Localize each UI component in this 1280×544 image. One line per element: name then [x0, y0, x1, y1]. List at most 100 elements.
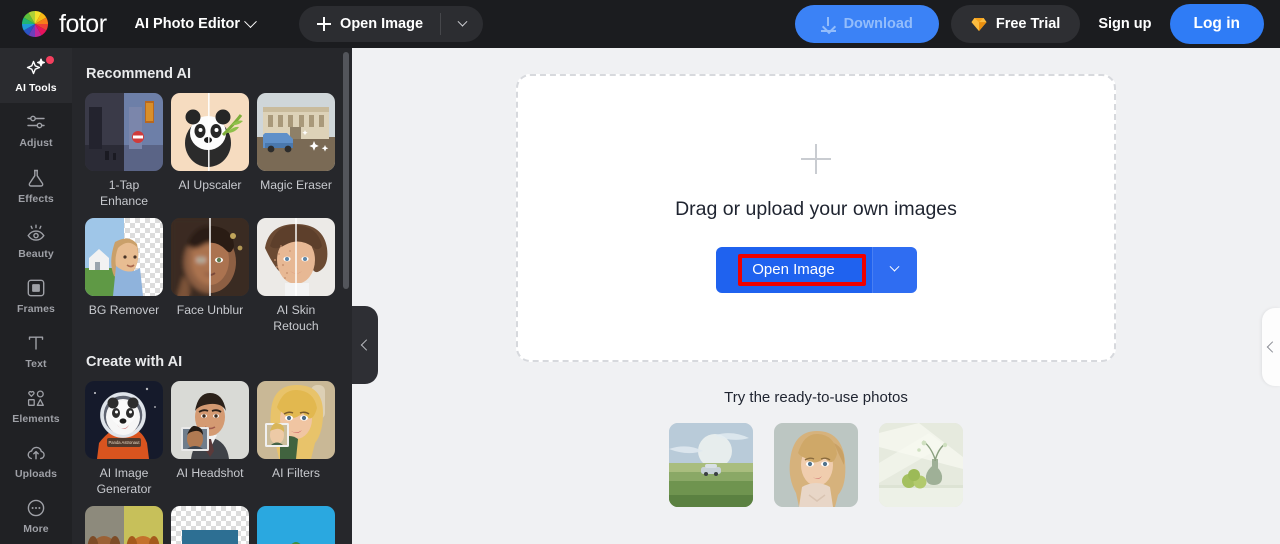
image-dropzone[interactable]: Drag or upload your own images Open Imag…	[516, 74, 1116, 362]
tool-label: AI Image Generator	[85, 465, 163, 498]
tool-thumbnail	[171, 381, 249, 459]
sidebar-item-elements[interactable]: Elements	[0, 379, 72, 434]
chevron-down-icon	[244, 15, 257, 28]
mode-selector[interactable]: AI Photo Editor	[135, 16, 256, 32]
brand-logo[interactable]: fotor	[20, 9, 107, 39]
log-in-button[interactable]: Log in	[1170, 4, 1265, 44]
tool-card-ai-headshot[interactable]: AI Headshot	[171, 381, 249, 498]
tool-grid-recommend-ai: 1-Tap Enhance	[85, 93, 338, 335]
gem-icon	[971, 17, 987, 32]
sparkles-icon	[25, 56, 47, 78]
left-nav-rail: AI Tools Adjust Effects	[0, 48, 72, 544]
sliders-icon	[25, 111, 47, 133]
plus-icon	[801, 144, 831, 174]
collapse-tools-panel-handle[interactable]	[352, 306, 378, 384]
tool-card-ai-filters[interactable]: AI Filters	[257, 381, 335, 498]
open-image-dropdown[interactable]	[873, 247, 917, 293]
tool-card-face-unblur[interactable]: Face Unblur	[171, 218, 249, 335]
app-body: AI Tools Adjust Effects	[0, 48, 1280, 544]
header-open-image-group: Open Image	[299, 6, 483, 42]
tool-card-ai-image-generator[interactable]: Panda Astronaut AI Image Generator	[85, 381, 163, 498]
tool-card-1-tap-enhance[interactable]: 1-Tap Enhance	[85, 93, 163, 210]
tool-thumbnail	[85, 506, 163, 544]
sidebar-item-beauty[interactable]: Beauty	[0, 213, 72, 268]
tool-thumbnail	[85, 218, 163, 296]
ai-tools-panel: Recommend AI	[72, 48, 352, 544]
expand-right-panel-handle[interactable]	[1262, 308, 1280, 386]
mode-selector-label: AI Photo Editor	[135, 16, 241, 32]
editor-canvas: Drag or upload your own images Open Imag…	[352, 48, 1280, 544]
dropzone-open-image-group: Open Image	[716, 247, 917, 293]
header-open-image-button[interactable]: Open Image	[299, 6, 440, 42]
section-title-recommend-ai: Recommend AI	[86, 66, 338, 82]
sidebar-item-label: Uploads	[15, 469, 57, 481]
dropzone-text: Drag or upload your own images	[675, 198, 957, 221]
tool-thumbnail	[171, 93, 249, 171]
tool-card-dog-before-after[interactable]	[85, 506, 163, 544]
tool-thumbnail	[257, 93, 335, 171]
ready-photo-vase-with-apples[interactable]	[879, 423, 963, 507]
free-trial-label: Free Trial	[996, 16, 1060, 32]
frame-icon	[25, 277, 47, 299]
tool-label: BG Remover	[85, 302, 163, 318]
sidebar-item-label: Text	[25, 359, 46, 371]
chevron-left-icon	[1267, 341, 1278, 352]
section-title-create-with-ai: Create with AI	[86, 354, 338, 370]
ready-photo-blonde-portrait[interactable]	[774, 423, 858, 507]
open-image-button[interactable]: Open Image	[716, 247, 872, 293]
ready-photos-row	[669, 423, 963, 507]
fotor-colorwheel-logo-icon	[20, 9, 50, 39]
tool-card-strawberry-blue-sky[interactable]	[257, 506, 335, 544]
chevron-left-icon	[361, 339, 372, 350]
tool-label: AI Headshot	[171, 465, 249, 481]
tool-card-ai-upscaler[interactable]: AI Upscaler	[171, 93, 249, 210]
sidebar-item-text[interactable]: Text	[0, 324, 72, 379]
free-trial-button[interactable]: Free Trial	[951, 5, 1080, 43]
sidebar-item-label: Elements	[12, 414, 60, 426]
tool-thumbnail	[171, 506, 249, 544]
tool-label: AI Filters	[257, 465, 335, 481]
header-open-image-label: Open Image	[340, 16, 423, 32]
app-header: fotor AI Photo Editor Open Image Downloa…	[0, 0, 1280, 48]
tool-label: AI Skin Retouch	[257, 302, 335, 335]
tool-thumbnail: Panda Astronaut	[85, 381, 163, 459]
download-icon	[821, 17, 836, 32]
tool-label: AI Upscaler	[171, 177, 249, 193]
tool-thumbnail	[257, 506, 335, 544]
tool-card-magic-eraser[interactable]: Magic Eraser	[257, 93, 335, 210]
flask-icon	[25, 167, 47, 189]
tool-thumbnail	[257, 381, 335, 459]
sidebar-item-uploads[interactable]: Uploads	[0, 434, 72, 489]
sidebar-item-adjust[interactable]: Adjust	[0, 103, 72, 158]
tool-card-ai-skin-retouch[interactable]: AI Skin Retouch	[257, 218, 335, 335]
text-t-icon	[25, 332, 47, 354]
tool-label: 1-Tap Enhance	[85, 177, 163, 210]
sidebar-item-effects[interactable]: Effects	[0, 158, 72, 213]
sidebar-item-label: Beauty	[18, 249, 54, 261]
sidebar-item-label: Frames	[17, 304, 55, 316]
ellipsis-circle-icon	[25, 497, 47, 519]
tool-label: Magic Eraser	[257, 177, 335, 193]
tool-card-mountain-transparent[interactable]	[171, 506, 249, 544]
ready-photo-field-with-car[interactable]	[669, 423, 753, 507]
tool-card-bg-remover[interactable]: BG Remover	[85, 218, 163, 335]
brand-name: fotor	[59, 10, 107, 39]
download-label: Download	[844, 16, 913, 32]
sidebar-item-frames[interactable]: Frames	[0, 268, 72, 323]
tool-thumbnail	[85, 93, 163, 171]
shapes-icon	[25, 387, 47, 409]
fotor-app-window: fotor AI Photo Editor Open Image Downloa…	[0, 0, 1280, 544]
new-badge-dot	[46, 56, 54, 64]
chevron-down-icon	[457, 16, 467, 26]
sidebar-item-label: Effects	[18, 194, 54, 206]
sidebar-item-ai-tools[interactable]: AI Tools	[0, 48, 72, 103]
sidebar-item-more[interactable]: More	[0, 489, 72, 544]
tool-thumbnail	[257, 218, 335, 296]
plus-icon	[317, 17, 331, 31]
ready-photos-title: Try the ready-to-use photos	[724, 389, 908, 406]
download-button[interactable]: Download	[795, 5, 939, 43]
tools-panel-scrollbar[interactable]	[343, 52, 349, 289]
header-open-image-dropdown[interactable]	[441, 6, 483, 42]
sign-up-button[interactable]: Sign up	[1092, 16, 1157, 32]
header-actions: Download Free Trial Sign up Log in	[795, 4, 1264, 44]
